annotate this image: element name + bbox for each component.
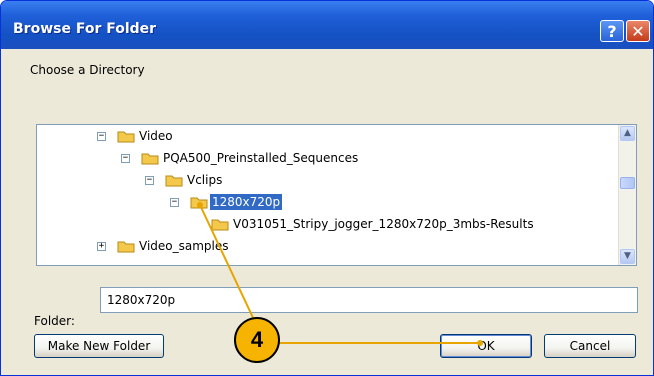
tree-item-label: Vclips xyxy=(187,173,223,187)
make-new-folder-button[interactable]: Make New Folder xyxy=(34,334,164,358)
tree-item-label: PQA500_Preinstalled_Sequences xyxy=(163,151,359,165)
tree-item-label: Video xyxy=(139,129,173,143)
open-folder-icon xyxy=(190,197,208,209)
collapse-icon[interactable]: − xyxy=(170,198,179,207)
help-button[interactable]: ? xyxy=(600,20,624,42)
close-icon: ✕ xyxy=(631,22,645,41)
folder-field-label: Folder: xyxy=(34,314,75,328)
dialog-title: Browse For Folder xyxy=(13,21,157,37)
title-bar[interactable]: Browse For Folder ? ✕ xyxy=(1,1,653,49)
tree-item-label: Video_samples xyxy=(139,239,229,253)
folder-tree[interactable]: − Video − PQA500_Preinstalled_Sequences … xyxy=(36,124,637,266)
folder-name-input[interactable] xyxy=(100,287,638,313)
folder-icon xyxy=(141,153,159,165)
tree-item-label: 1280x720p xyxy=(210,194,283,210)
folder-icon xyxy=(117,131,135,143)
folder-icon xyxy=(117,241,135,253)
choose-directory-label: Choose a Directory xyxy=(30,63,145,77)
tree-scrollbar[interactable]: ▲ ▼ xyxy=(618,125,636,265)
chevron-down-icon: ▼ xyxy=(624,251,631,261)
scroll-down-button[interactable]: ▼ xyxy=(620,249,635,264)
folder-icon xyxy=(211,219,229,231)
scroll-up-button[interactable]: ▲ xyxy=(620,126,635,141)
scroll-thumb[interactable] xyxy=(620,177,635,189)
close-button[interactable]: ✕ xyxy=(626,20,650,42)
collapse-icon[interactable]: − xyxy=(97,132,106,141)
tree-item-label: V031051_Stripy_jogger_1280x720p_3mbs-Res… xyxy=(233,217,534,231)
help-icon: ? xyxy=(607,22,617,41)
expand-icon[interactable]: + xyxy=(97,242,106,251)
cancel-button[interactable]: Cancel xyxy=(544,334,636,358)
folder-icon xyxy=(165,175,183,187)
ok-button[interactable]: OK xyxy=(440,334,532,358)
chevron-up-icon: ▲ xyxy=(624,128,631,138)
collapse-icon[interactable]: − xyxy=(145,176,154,185)
collapse-icon[interactable]: − xyxy=(121,154,130,163)
step-callout-badge: 4 xyxy=(234,317,280,363)
